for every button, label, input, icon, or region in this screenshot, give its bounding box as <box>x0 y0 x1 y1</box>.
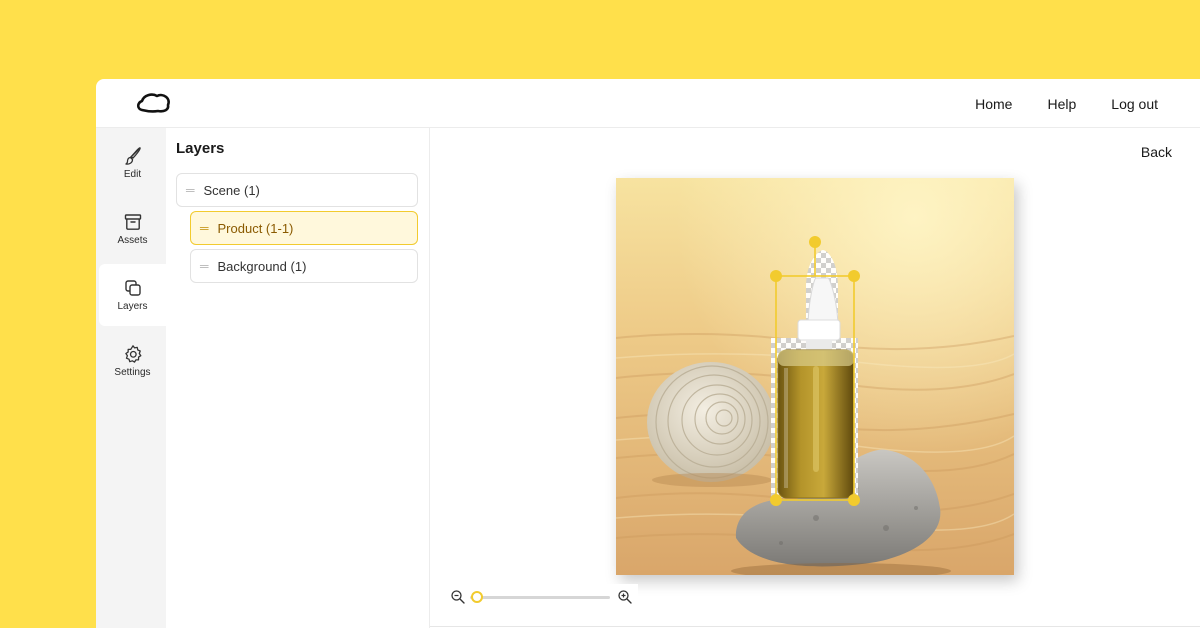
brush-icon <box>124 147 141 165</box>
layers-panel: Layers ═ Scene (1) ═ Product (1-1) ═ Bac… <box>166 128 430 628</box>
layer-item-scene[interactable]: ═ Scene (1) <box>176 173 418 207</box>
zoom-slider-track[interactable] <box>470 596 610 599</box>
gear-icon <box>124 345 141 363</box>
layer-item-product[interactable]: ═ Product (1-1) <box>190 211 418 245</box>
drag-handle-icon[interactable]: ═ <box>200 259 209 273</box>
canvas-bottom-divider <box>430 626 1200 627</box>
resize-handle-bottom-left <box>770 494 782 506</box>
drag-handle-icon[interactable]: ═ <box>200 221 209 235</box>
cloud-logo-icon[interactable] <box>136 90 172 116</box>
rotate-handle <box>809 236 821 248</box>
nav-home-link[interactable]: Home <box>975 96 1012 112</box>
scene-canvas[interactable] <box>616 178 1014 575</box>
top-bar: Home Help Log out <box>96 79 1200 128</box>
rail-item-label: Assets <box>117 235 148 246</box>
layers-icon <box>124 280 141 296</box>
rail-item-edit[interactable]: Edit <box>99 132 166 194</box>
zoom-control <box>450 584 638 610</box>
resize-handle-top-left <box>770 270 782 282</box>
archive-box-icon <box>124 214 141 230</box>
rail-item-label: Edit <box>123 169 142 180</box>
resize-handle-bottom-right <box>848 494 860 506</box>
nav-help-link[interactable]: Help <box>1047 96 1076 112</box>
layer-label: Product (1-1) <box>217 220 294 236</box>
canvas-area: Back <box>430 128 1200 628</box>
panel-title: Layers <box>176 140 225 157</box>
rail-item-settings[interactable]: Settings <box>99 330 166 392</box>
drag-handle-icon[interactable]: ═ <box>186 183 195 197</box>
nav-logout-link[interactable]: Log out <box>1111 96 1158 112</box>
layer-label: Background (1) <box>217 258 307 274</box>
rail-item-assets[interactable]: Assets <box>99 198 166 260</box>
rail-item-label: Layers <box>117 301 148 312</box>
back-button[interactable]: Back <box>1141 144 1172 160</box>
resize-handle-top-right <box>848 270 860 282</box>
app-window: Home Help Log out Edit Assets Layers Set… <box>96 79 1200 628</box>
zoom-slider-thumb[interactable] <box>471 591 483 603</box>
zoom-out-icon[interactable] <box>450 589 466 605</box>
layer-label: Scene (1) <box>203 182 260 198</box>
rail-item-label: Settings <box>114 367 151 378</box>
layer-item-background[interactable]: ═ Background (1) <box>190 249 418 283</box>
top-nav: Home Help Log out <box>975 79 1158 128</box>
tool-rail: Edit Assets Layers Settings <box>96 128 166 628</box>
zoom-in-icon[interactable] <box>617 589 633 605</box>
rail-item-layers[interactable]: Layers <box>99 264 166 326</box>
